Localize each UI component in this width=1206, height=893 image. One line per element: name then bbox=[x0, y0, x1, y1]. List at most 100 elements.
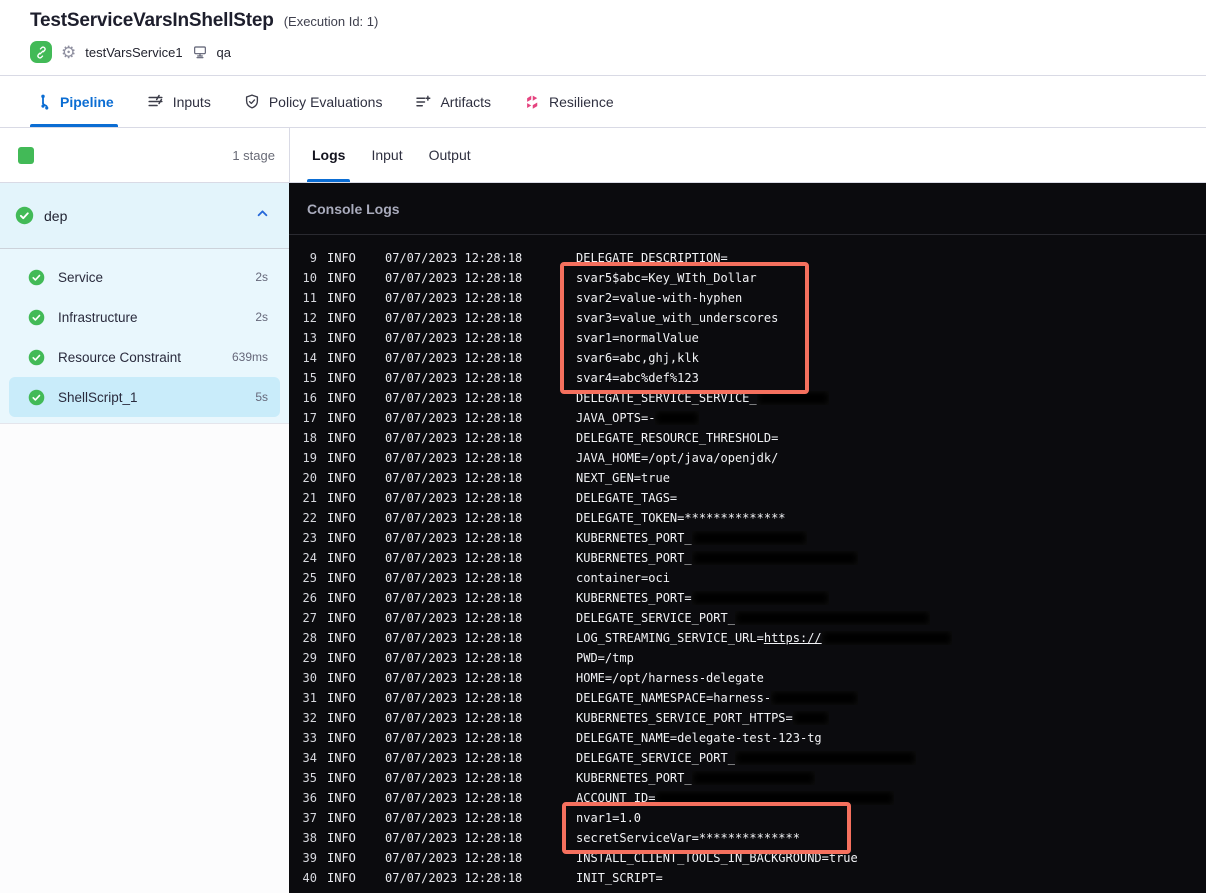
page-title: TestServiceVarsInShellStep bbox=[30, 10, 274, 31]
module-tab-bar: Pipeline Inputs Policy Evaluations Artifact… bbox=[0, 76, 1206, 128]
log-line-34: 34 INFO 07/07/2023 12:28:18 DELEGATE_SERVIC… bbox=[289, 748, 1206, 768]
service-name[interactable]: testVarsService1 bbox=[85, 45, 182, 60]
step-label: Service bbox=[58, 269, 104, 285]
log-level: INFO bbox=[327, 551, 356, 565]
line-number: 23 bbox=[302, 531, 317, 545]
log-line-38: 38 INFO 07/07/2023 12:28:18 secretServiceVa… bbox=[289, 828, 1206, 848]
log-line-14: 14 INFO 07/07/2023 12:28:18 svar6=abc,ghj,k… bbox=[289, 348, 1206, 368]
log-level: INFO bbox=[327, 671, 356, 685]
tab-pipeline[interactable]: Pipeline bbox=[30, 76, 118, 127]
log-level: INFO bbox=[327, 511, 356, 525]
tab-artifacts[interactable]: Artifacts bbox=[414, 76, 491, 127]
gear-icon: ⚙ bbox=[61, 42, 77, 62]
line-number: 40 bbox=[302, 871, 317, 885]
log-timestamp: 07/07/2023 12:28:18 bbox=[385, 431, 523, 445]
artifacts-icon bbox=[414, 93, 432, 111]
log-line-29: 29 INFO 07/07/2023 12:28:18 PWD=/tmp bbox=[289, 648, 1206, 668]
log-message: HOME=/opt/harness-delegate bbox=[576, 671, 764, 685]
log-timestamp: 07/07/2023 12:28:18 bbox=[385, 311, 523, 325]
line-number: 35 bbox=[302, 771, 317, 785]
redacted-value bbox=[655, 790, 895, 805]
log-lines[interactable]: 9 INFO 07/07/2023 12:28:18 DELEGATE_DESCRIP… bbox=[289, 235, 1206, 888]
line-number: 25 bbox=[302, 571, 317, 585]
log-message: NEXT_GEN=true bbox=[576, 471, 670, 485]
step-duration: 5s bbox=[255, 390, 268, 404]
step-label: Resource Constraint bbox=[58, 349, 182, 365]
log-level: INFO bbox=[327, 491, 356, 505]
log-timestamp: 07/07/2023 12:28:18 bbox=[385, 531, 523, 545]
environment-name[interactable]: qa bbox=[217, 45, 231, 60]
log-message: svar5$abc=Key_WIth_Dollar bbox=[576, 271, 757, 285]
log-tab-input[interactable]: Input bbox=[371, 128, 402, 182]
log-line-13: 13 INFO 07/07/2023 12:28:18 svar1=normalVal… bbox=[289, 328, 1206, 348]
main-split: 1 stage dep Service 2s Infrastructure 2s Res… bbox=[0, 128, 1206, 893]
log-line-24: 24 INFO 07/07/2023 12:28:18 KUBERNETES_PORT… bbox=[289, 548, 1206, 568]
log-timestamp: 07/07/2023 12:28:18 bbox=[385, 511, 523, 525]
log-message: JAVA_HOME=/opt/java/openjdk/ bbox=[576, 451, 779, 465]
log-timestamp: 07/07/2023 12:28:18 bbox=[385, 491, 523, 505]
tab-label: Pipeline bbox=[60, 93, 114, 110]
log-message: KUBERNETES_PORT_ bbox=[576, 548, 858, 568]
log-timestamp: 07/07/2023 12:28:18 bbox=[385, 651, 523, 665]
log-timestamp: 07/07/2023 12:28:18 bbox=[385, 351, 523, 365]
log-message: DELEGATE_NAMESPACE=harness- bbox=[576, 688, 858, 708]
log-level: INFO bbox=[327, 431, 356, 445]
log-timestamp: 07/07/2023 12:28:18 bbox=[385, 551, 523, 565]
log-line-31: 31 INFO 07/07/2023 12:28:18 DELEGATE_NAMESP… bbox=[289, 688, 1206, 708]
log-level: INFO bbox=[327, 811, 356, 825]
step-item-shellscript-1[interactable]: ShellScript_1 5s bbox=[9, 377, 280, 417]
log-timestamp: 07/07/2023 12:28:18 bbox=[385, 631, 523, 645]
console-header: Console Logs bbox=[289, 183, 1206, 235]
log-level: INFO bbox=[327, 391, 356, 405]
check-circle-icon bbox=[28, 349, 45, 366]
redacted-value bbox=[655, 410, 699, 425]
console-panel: Console Logs 9 INFO 07/07/2023 12:28:18 DEL… bbox=[289, 183, 1206, 893]
stage-status-square bbox=[18, 146, 34, 164]
step-item-infrastructure[interactable]: Infrastructure 2s bbox=[9, 297, 280, 337]
log-level: INFO bbox=[327, 271, 356, 285]
log-timestamp: 07/07/2023 12:28:18 bbox=[385, 451, 523, 465]
tab-resilience[interactable]: Resilience bbox=[523, 76, 614, 127]
tab-inputs[interactable]: Inputs bbox=[146, 76, 211, 127]
step-duration: 2s bbox=[255, 270, 268, 284]
stage-count-label: 1 stage bbox=[232, 147, 275, 163]
log-message: svar4=abc%def%123 bbox=[576, 371, 699, 385]
log-tab-output[interactable]: Output bbox=[429, 128, 471, 182]
step-item-service[interactable]: Service 2s bbox=[9, 257, 280, 297]
check-circle-icon bbox=[28, 269, 45, 286]
line-number: 22 bbox=[302, 511, 317, 525]
line-number: 39 bbox=[302, 851, 317, 865]
log-link[interactable]: https:// bbox=[764, 631, 822, 645]
log-message: LOG_STREAMING_SERVICE_URL=https:// bbox=[576, 628, 952, 648]
log-level: INFO bbox=[327, 611, 356, 625]
chevron-up-icon[interactable] bbox=[254, 205, 271, 227]
log-line-36: 36 INFO 07/07/2023 12:28:18 ACCOUNT_ID= bbox=[289, 788, 1206, 808]
step-item-resource-constraint[interactable]: Resource Constraint 639ms bbox=[9, 337, 280, 377]
log-message: DELEGATE_SERVICE_PORT_ bbox=[576, 748, 916, 768]
log-line-17: 17 INFO 07/07/2023 12:28:18 JAVA_OPTS=- bbox=[289, 408, 1206, 428]
log-level: INFO bbox=[327, 331, 356, 345]
tab-policy-evaluations[interactable]: Policy Evaluations bbox=[243, 76, 383, 127]
log-level: INFO bbox=[327, 571, 356, 585]
log-line-19: 19 INFO 07/07/2023 12:28:18 JAVA_HOME=/opt/… bbox=[289, 448, 1206, 468]
stage-group-dep[interactable]: dep bbox=[0, 183, 289, 249]
line-number: 17 bbox=[302, 411, 317, 425]
step-duration: 2s bbox=[255, 310, 268, 324]
log-line-10: 10 INFO 07/07/2023 12:28:18 svar5$abc=Key_W… bbox=[289, 268, 1206, 288]
log-timestamp: 07/07/2023 12:28:18 bbox=[385, 471, 523, 485]
redacted-value bbox=[821, 630, 952, 645]
log-tab-logs[interactable]: Logs bbox=[306, 128, 351, 182]
log-message: PWD=/tmp bbox=[576, 651, 634, 665]
tab-label: Resilience bbox=[549, 93, 614, 110]
app-root: TestServiceVarsInShellStep (Execution Id… bbox=[0, 0, 1206, 893]
log-level: INFO bbox=[327, 871, 356, 885]
log-line-27: 27 INFO 07/07/2023 12:28:18 DELEGATE_SERVIC… bbox=[289, 608, 1206, 628]
redacted-value bbox=[691, 770, 815, 785]
log-level: INFO bbox=[327, 631, 356, 645]
tab-label: Policy Evaluations bbox=[268, 93, 383, 110]
log-line-32: 32 INFO 07/07/2023 12:28:18 KUBERNETES_SERV… bbox=[289, 708, 1206, 728]
check-circle-icon bbox=[28, 389, 45, 406]
log-timestamp: 07/07/2023 12:28:18 bbox=[385, 791, 523, 805]
log-tab-bar: Logs Input Output bbox=[289, 128, 1206, 183]
log-timestamp: 07/07/2023 12:28:18 bbox=[385, 831, 523, 845]
